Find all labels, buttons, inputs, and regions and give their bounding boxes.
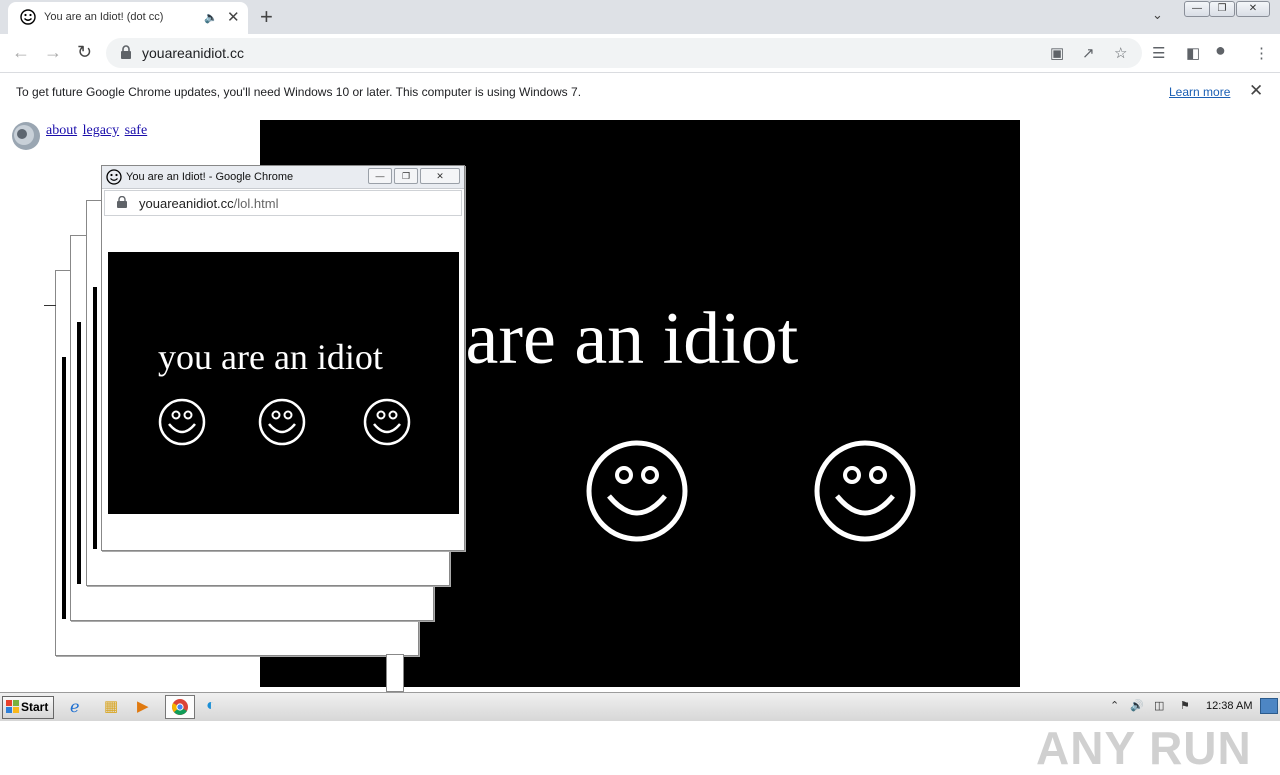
- network-icon[interactable]: ◫: [1154, 699, 1164, 712]
- smiley-icon: [363, 398, 411, 446]
- back-icon[interactable]: ←: [12, 42, 30, 63]
- side-panel-icon[interactable]: ◧: [1186, 44, 1200, 62]
- popup-minimize-button[interactable]: —: [368, 168, 392, 184]
- internet-explorer-icon[interactable]: ℯ: [70, 697, 92, 717]
- file-explorer-icon[interactable]: ▦: [104, 697, 126, 717]
- about-link[interactable]: about: [46, 123, 77, 138]
- popup-url-path: /lol.html: [233, 196, 279, 211]
- watermark: ANY RUN: [1036, 722, 1252, 774]
- volume-icon[interactable]: 🔊: [1130, 699, 1144, 712]
- clock[interactable]: 12:38 AM: [1206, 700, 1252, 712]
- menu-kebab-icon[interactable]: ⋮: [1254, 44, 1269, 62]
- popup-url: youareanidiot.cc/lol.html: [139, 196, 278, 211]
- profile-avatar-icon[interactable]: ●: [1215, 40, 1226, 61]
- popup-window-edge: [386, 654, 404, 692]
- learn-more-link[interactable]: Learn more: [1169, 85, 1230, 99]
- close-window-button[interactable]: ✕: [1236, 1, 1270, 17]
- action-center-flag-icon[interactable]: ⚑: [1180, 699, 1190, 712]
- infobar-message: To get future Google Chrome updates, you…: [16, 85, 582, 99]
- smiley-icon: [258, 398, 306, 446]
- windows-logo-icon: [6, 700, 19, 713]
- smiley-icon: [106, 169, 122, 185]
- big-idiot-text: u are an idiot: [410, 298, 799, 380]
- media-player-icon[interactable]: ▶: [137, 697, 159, 717]
- speaker-icon[interactable]: [8, 120, 42, 152]
- start-label: Start: [21, 700, 49, 714]
- popup-address-bar[interactable]: youareanidiot.cc/lol.html: [104, 190, 462, 216]
- share-icon[interactable]: ↗: [1082, 44, 1095, 62]
- page-links: about legacy safe: [46, 123, 149, 139]
- popup-restore-button[interactable]: ❐: [394, 168, 418, 184]
- smiley-icon: [814, 440, 916, 542]
- update-infobar: To get future Google Chrome updates, you…: [0, 72, 1280, 114]
- address-bar[interactable]: youareanidiot.cc: [106, 38, 1142, 68]
- reload-icon[interactable]: ↻: [77, 42, 92, 63]
- start-button[interactable]: Start: [2, 696, 54, 719]
- popup-screen: [62, 357, 66, 619]
- url-text: youareanidiot.cc: [142, 45, 244, 61]
- popup-url-host: youareanidiot.cc: [139, 196, 234, 211]
- tray-expand-icon[interactable]: ⌃: [1110, 699, 1119, 712]
- forward-icon[interactable]: →: [44, 42, 62, 63]
- popup-titlebar[interactable]: You are an Idiot! - Google Chrome — ❐ ✕: [102, 166, 464, 189]
- safe-link[interactable]: safe: [125, 123, 148, 138]
- smiley-icon: [20, 9, 36, 25]
- popup-idiot-text: you are an idiot: [158, 337, 383, 377]
- browser-tab-bar: You are an Idiot! (dot cc) 🔈 ✕ + ⌄ — ❐ ✕: [0, 0, 1280, 34]
- chrome-icon: [172, 699, 188, 715]
- divider: [44, 305, 56, 306]
- cast-blocked-icon[interactable]: ▣: [1050, 44, 1064, 62]
- restore-button[interactable]: ❐: [1209, 1, 1235, 17]
- bookmark-star-icon[interactable]: ☆: [1114, 44, 1127, 62]
- popup-close-button[interactable]: ✕: [420, 168, 460, 184]
- page-content: about legacy safe u are an idiot You are…: [0, 113, 1280, 774]
- minimize-button[interactable]: —: [1184, 1, 1210, 17]
- smiley-icon: [586, 440, 688, 542]
- media-control-icon[interactable]: ☰: [1152, 44, 1165, 62]
- popup-window[interactable]: You are an Idiot! - Google Chrome — ❐ ✕ …: [101, 165, 465, 551]
- edge-icon[interactable]: ◐: [206, 697, 228, 717]
- lock-icon: [121, 45, 131, 59]
- browser-tab[interactable]: You are an Idiot! (dot cc) 🔈 ✕: [8, 2, 248, 34]
- popup-screen: [77, 322, 81, 584]
- browser-toolbar: ← → ↻ youareanidiot.cc ▣ ↗ ☆ ☰ ◧ ● ⋮: [0, 34, 1280, 72]
- smiley-icon: [158, 398, 206, 446]
- show-desktop-button[interactable]: [1260, 698, 1278, 714]
- speaker-icon[interactable]: 🔈: [204, 11, 218, 24]
- close-tab-icon[interactable]: ✕: [227, 8, 240, 26]
- chevron-down-icon[interactable]: ⌄: [1152, 7, 1163, 23]
- lock-icon: [117, 196, 127, 208]
- legacy-link[interactable]: legacy: [83, 123, 120, 138]
- taskbar: Start ℯ ▦ ▶ ◐ ⌃ 🔊 ◫ ⚑ 12:38 AM: [0, 692, 1280, 721]
- close-infobar-icon[interactable]: ✕: [1249, 81, 1263, 101]
- popup-screen: [93, 287, 97, 549]
- new-tab-button[interactable]: +: [260, 4, 273, 30]
- tab-title: You are an Idiot! (dot cc): [44, 11, 164, 23]
- popup-title: You are an Idiot! - Google Chrome: [126, 171, 294, 183]
- popup-screen: you are an idiot: [108, 252, 459, 514]
- chrome-taskbar-button[interactable]: [165, 695, 195, 719]
